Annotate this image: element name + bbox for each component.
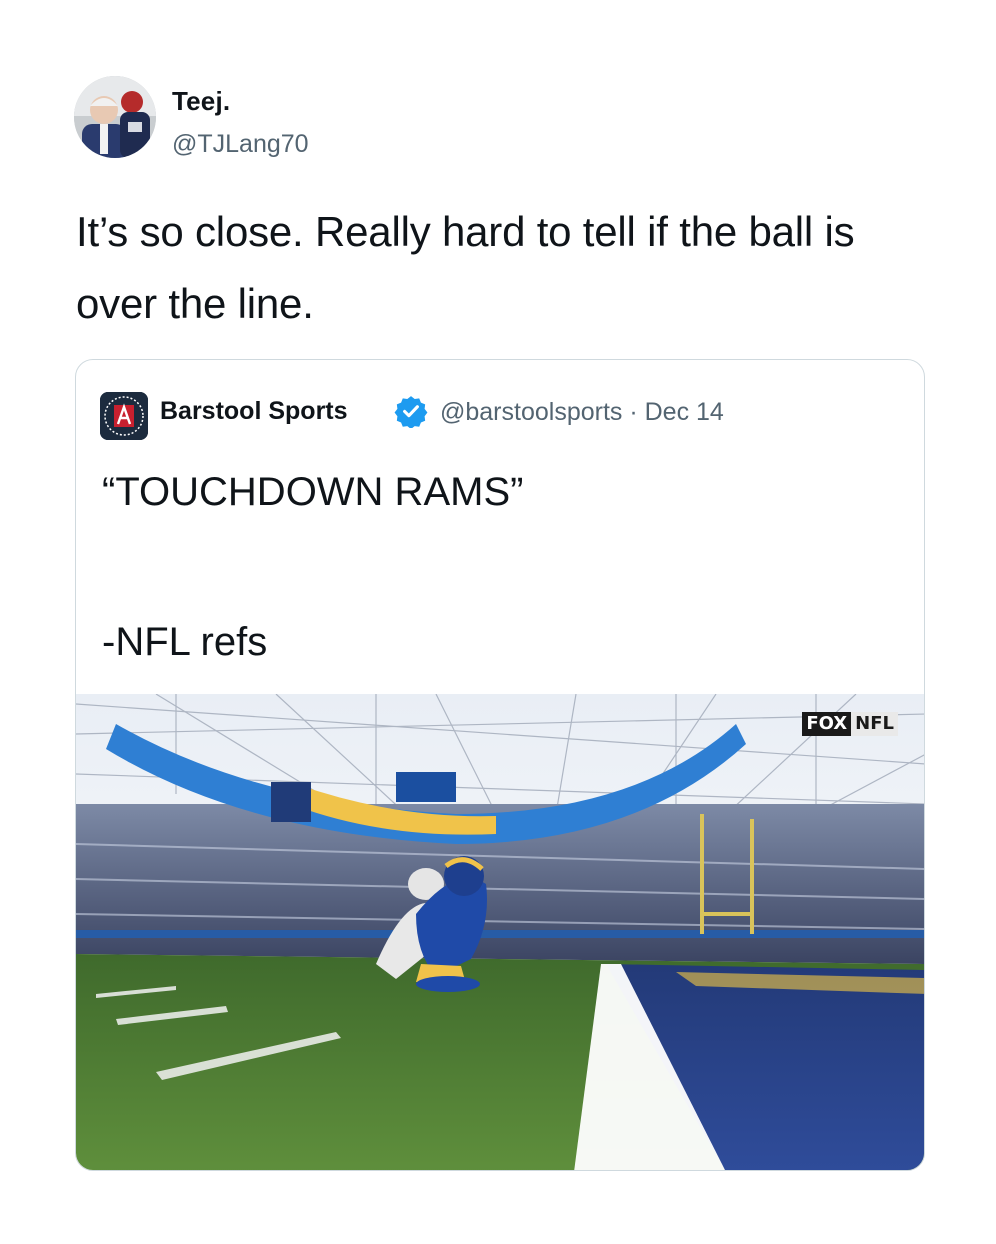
author-avatar[interactable] xyxy=(74,76,156,158)
quoted-author-avatar[interactable] xyxy=(100,392,148,440)
broadcaster-logo: FOX NFL xyxy=(802,712,898,736)
nfl-label: NFL xyxy=(851,712,898,736)
author-handle[interactable]: @TJLang70 xyxy=(172,130,309,159)
profile-photo-icon xyxy=(74,76,156,158)
quoted-tweet-media[interactable]: FOX NFL xyxy=(76,694,924,1170)
tweet-text: It’s so close. Really hard to tell if th… xyxy=(76,208,855,327)
tweet-screenshot: Teej. @TJLang70 It’s so close. Really ha… xyxy=(0,0,996,1244)
fox-label: FOX xyxy=(802,712,852,736)
barstool-logo-icon xyxy=(100,392,148,440)
quoted-tweet-text-line2: -NFL refs xyxy=(102,620,268,664)
quoted-tweet-card[interactable]: Barstool Sports @barstoolsports · Dec 14… xyxy=(75,359,925,1171)
quoted-handle-and-date[interactable]: @barstoolsports · Dec 14 xyxy=(440,398,724,427)
verified-badge-icon xyxy=(394,396,428,428)
quoted-tweet-text-line1: “TOUCHDOWN RAMS” xyxy=(102,470,524,514)
quoted-author-name[interactable]: Barstool Sports xyxy=(160,397,348,426)
stadium-photo-icon xyxy=(76,694,924,1170)
author-name[interactable]: Teej. xyxy=(172,86,230,117)
